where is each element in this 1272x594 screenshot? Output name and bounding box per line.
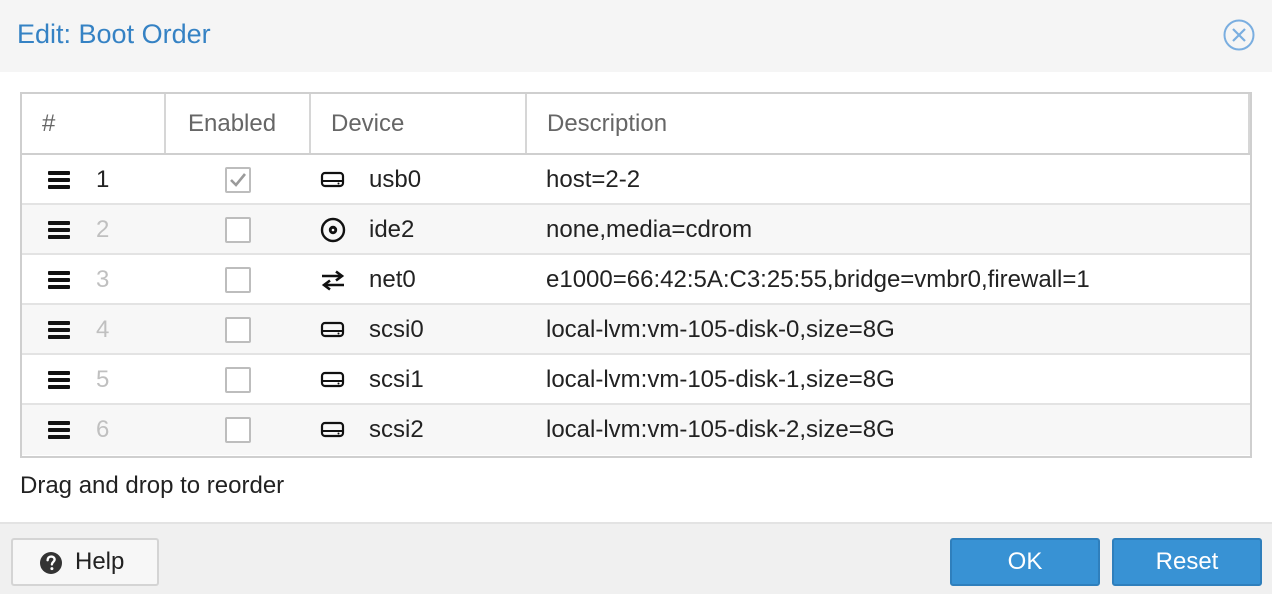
- boot-order-number: 6: [96, 416, 110, 443]
- enabled-checkbox[interactable]: [225, 217, 251, 243]
- boot-order-number: 5: [96, 366, 110, 393]
- table-row[interactable]: 5 scsi1 local-lvm:vm-105-disk-1,size=8G: [22, 355, 1250, 405]
- column-header-device[interactable]: Device: [311, 94, 527, 153]
- drag-handle-icon[interactable]: [48, 421, 70, 439]
- column-header-enabled[interactable]: Enabled: [166, 94, 311, 153]
- device-description: host=2-2: [546, 166, 641, 193]
- hdd-icon: [319, 367, 347, 393]
- device-name: scsi1: [369, 366, 424, 393]
- table-row[interactable]: 2 ide2 none,media=cdrom: [22, 205, 1250, 255]
- hdd-icon: [319, 317, 347, 343]
- device-description: e1000=66:42:5A:C3:25:55,bridge=vmbr0,fir…: [546, 266, 1090, 293]
- device-name: scsi0: [369, 316, 424, 343]
- enabled-checkbox[interactable]: [225, 367, 251, 393]
- boot-order-number: 3: [96, 266, 110, 293]
- device-name: net0: [369, 266, 416, 293]
- column-header-order[interactable]: #: [22, 94, 166, 153]
- device-description: none,media=cdrom: [546, 216, 753, 243]
- device-description: local-lvm:vm-105-disk-0,size=8G: [546, 316, 895, 343]
- boot-order-grid: # Enabled Device Description 1 usb0 host=2…: [20, 92, 1252, 458]
- device-description: local-lvm:vm-105-disk-1,size=8G: [546, 366, 895, 393]
- enabled-checkbox[interactable]: [225, 317, 251, 343]
- checkmark-icon: [230, 173, 247, 187]
- dialog-title: Edit: Boot Order: [17, 19, 211, 49]
- boot-order-number: 4: [96, 316, 110, 343]
- close-icon[interactable]: [1222, 18, 1256, 52]
- help-label: Help: [75, 548, 125, 575]
- boot-order-number: 2: [96, 216, 110, 243]
- enabled-checkbox[interactable]: [225, 417, 251, 443]
- table-row[interactable]: 4 scsi0 local-lvm:vm-105-disk-0,size=8G: [22, 305, 1250, 355]
- reorder-hint: Drag and drop to reorder: [20, 472, 285, 499]
- device-name: scsi2: [369, 416, 424, 443]
- question-circle-icon: [39, 551, 63, 575]
- device-name: ide2: [369, 216, 415, 243]
- drag-handle-icon[interactable]: [48, 371, 70, 389]
- drag-handle-icon[interactable]: [48, 271, 70, 289]
- boot-order-number: 1: [96, 166, 110, 193]
- header-edge: [1248, 94, 1250, 153]
- hdd-icon: [319, 167, 347, 193]
- column-header-description[interactable]: Description: [527, 94, 1250, 153]
- help-button[interactable]: Help: [11, 538, 159, 586]
- cdrom-icon: [319, 217, 347, 243]
- dialog-footer: Help OK Reset: [0, 522, 1272, 594]
- drag-handle-icon[interactable]: [48, 321, 70, 339]
- table-row[interactable]: 3 net0 e1000=66:42:5A:C3:25:55,bridge=vmbr…: [22, 255, 1250, 305]
- ok-button[interactable]: OK: [950, 538, 1100, 586]
- device-name: usb0: [369, 166, 422, 193]
- table-row[interactable]: 6 scsi2 local-lvm:vm-105-disk-2,size=8G: [22, 405, 1250, 455]
- reset-button[interactable]: Reset: [1112, 538, 1262, 586]
- dialog-titlebar: Edit: Boot Order: [0, 0, 1272, 72]
- enabled-checkbox[interactable]: [225, 267, 251, 293]
- drag-handle-icon[interactable]: [48, 221, 70, 239]
- device-description: local-lvm:vm-105-disk-2,size=8G: [546, 416, 895, 443]
- hdd-icon: [319, 417, 347, 443]
- grid-header: # Enabled Device Description: [22, 94, 1250, 155]
- table-row[interactable]: 1 usb0 host=2-2: [22, 155, 1250, 205]
- network-exchange-icon: [319, 267, 347, 293]
- drag-handle-icon[interactable]: [48, 171, 70, 189]
- enabled-checkbox[interactable]: [225, 167, 251, 193]
